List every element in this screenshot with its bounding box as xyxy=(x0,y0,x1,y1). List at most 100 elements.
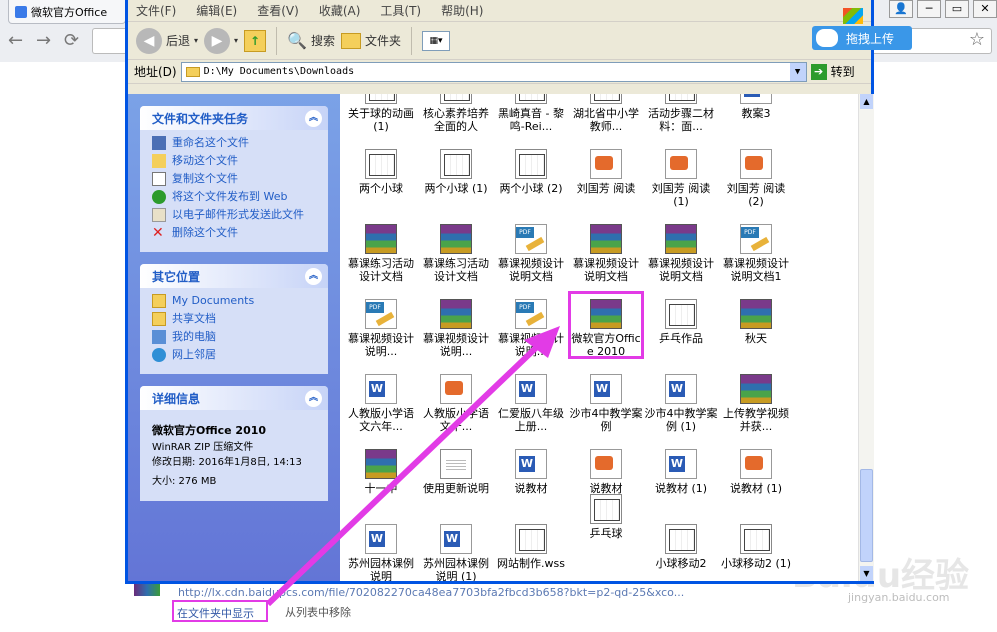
profile-icon[interactable]: 👤 xyxy=(889,0,913,18)
file-item[interactable]: 两个小球 xyxy=(344,149,418,195)
place-shared-docs[interactable]: 共享文档 xyxy=(152,312,320,326)
rename-icon xyxy=(152,136,166,150)
baidu-upload-button[interactable]: 拖拽上传 xyxy=(812,26,912,50)
tasks-panel-header[interactable]: 文件和文件夹任务 ︽ xyxy=(140,106,328,130)
file-item[interactable]: 上传教学视频并获... xyxy=(719,374,793,433)
folders-button[interactable]: 文件夹 xyxy=(340,32,401,49)
file-item[interactable]: 慕课视频设计说明... xyxy=(494,299,568,358)
file-item[interactable]: 慕课练习活动设计文档 xyxy=(344,224,418,283)
file-item[interactable]: 苏州园林课例说明 (1) xyxy=(419,524,493,581)
show-in-folder-link[interactable]: 在文件夹中显示 xyxy=(172,600,268,622)
file-item[interactable]: 十一中 xyxy=(344,449,418,495)
file-item[interactable]: 乒乓作品 xyxy=(644,299,718,345)
menu-view[interactable]: 查看(V) xyxy=(257,2,299,19)
remove-from-list-link[interactable]: 从列表中移除 xyxy=(285,604,351,620)
file-item[interactable]: 说教材 xyxy=(569,449,643,495)
file-item[interactable]: 慕课视频设计说明... xyxy=(344,299,418,358)
forward-icon[interactable]: → xyxy=(36,30,51,51)
bookmark-star-icon[interactable]: ☆ xyxy=(969,29,985,50)
file-item[interactable]: 慕课视频设计说明文档1 xyxy=(719,224,793,283)
mov-file-icon xyxy=(665,94,697,104)
file-item[interactable]: 网站制作.wss xyxy=(494,524,568,570)
file-item[interactable]: 说教材 xyxy=(494,449,568,495)
place-network[interactable]: 网上邻居 xyxy=(152,348,320,362)
vertical-scrollbar[interactable]: ▲ ▼ xyxy=(858,94,874,581)
file-item[interactable]: 核心素养培养全面的人 xyxy=(419,94,493,133)
file-item[interactable]: 慕课视频设计说明文档 xyxy=(494,224,568,283)
chevron-down-icon[interactable]: ▾ xyxy=(194,36,198,45)
forward-button[interactable]: ▶ ▾ xyxy=(204,27,238,54)
place-my-computer[interactable]: 我的电脑 xyxy=(152,330,320,344)
doc-file-icon xyxy=(665,374,697,404)
go-button[interactable]: 转到 xyxy=(831,63,855,80)
menu-help[interactable]: 帮助(H) xyxy=(441,2,483,19)
omnibox-left[interactable] xyxy=(92,28,126,54)
task-move[interactable]: 移动这个文件 xyxy=(152,154,320,168)
details-panel-header[interactable]: 详细信息 ︽ xyxy=(140,386,328,410)
place-my-documents[interactable]: My Documents xyxy=(152,294,320,308)
go-arrow-icon[interactable]: ➔ xyxy=(810,63,827,80)
menu-file[interactable]: 文件(F) xyxy=(136,2,176,19)
menu-tools[interactable]: 工具(T) xyxy=(380,2,421,19)
file-item[interactable]: 说教材 (1) xyxy=(719,449,793,495)
file-item[interactable]: 黑崎真音 - 黎鸣-Rei... xyxy=(494,94,568,133)
task-delete[interactable]: ✕ 删除这个文件 xyxy=(152,226,320,240)
file-item[interactable]: 说教材 (1) xyxy=(644,449,718,495)
file-item[interactable]: 小球移动2 (1) xyxy=(719,524,793,570)
menu-edit[interactable]: 编辑(E) xyxy=(196,2,237,19)
file-item[interactable]: 小球移动2 xyxy=(644,524,718,570)
file-item[interactable]: 仁爱版八年级上册... xyxy=(494,374,568,433)
minimize-icon[interactable]: ─ xyxy=(917,0,941,18)
file-item[interactable]: 苏州园林课例说明 xyxy=(344,524,418,581)
collapse-icon[interactable]: ︽ xyxy=(305,389,322,407)
scroll-thumb[interactable] xyxy=(860,469,873,562)
up-folder-icon[interactable]: ↑ xyxy=(244,29,267,52)
task-email[interactable]: 以电子邮件形式发送此文件 xyxy=(152,208,320,222)
scroll-down-icon[interactable]: ▼ xyxy=(860,566,873,581)
chevron-down-icon[interactable]: ▾ xyxy=(234,36,238,45)
back-button[interactable]: ◀ 后退 ▾ xyxy=(136,27,198,54)
menu-favorites[interactable]: 收藏(A) xyxy=(319,2,361,19)
scroll-up-icon[interactable]: ▲ xyxy=(860,94,873,109)
file-item[interactable]: 人教版小学语文十... xyxy=(419,374,493,433)
close-icon[interactable]: ✕ xyxy=(973,0,997,18)
file-item[interactable]: 沙市4中教学案例 (1) xyxy=(644,374,718,433)
file-item[interactable]: 慕课练习活动设计文档 xyxy=(419,224,493,283)
task-copy[interactable]: 复制这个文件 xyxy=(152,172,320,186)
places-panel-header[interactable]: 其它位置 ︽ xyxy=(140,264,328,288)
file-name: 黑崎真音 - 黎鸣-Rei... xyxy=(498,107,564,133)
file-item[interactable]: 刘国芳 阅读 (1) xyxy=(644,149,718,208)
file-item[interactable]: 两个小球 (2) xyxy=(494,149,568,195)
file-item[interactable]: 乒乓球 xyxy=(569,494,643,540)
file-item[interactable]: 慕课视频设计说明... xyxy=(419,299,493,358)
file-item[interactable]: 慕课视频设计说明文档 xyxy=(569,224,643,283)
file-item[interactable]: 教案3 xyxy=(719,94,793,120)
collapse-icon[interactable]: ︽ xyxy=(305,267,322,285)
file-item[interactable]: 关于球的动画 (1) xyxy=(344,94,418,133)
back-icon[interactable]: ← xyxy=(8,30,23,51)
reload-icon[interactable]: ⟳ xyxy=(64,30,79,51)
task-publish[interactable]: 将这个文件发布到 Web xyxy=(152,190,320,204)
file-item[interactable]: 慕课视频设计说明文档 xyxy=(644,224,718,283)
file-item[interactable]: 活动步骤二材料：面... xyxy=(644,94,718,133)
views-icon[interactable]: ▦▾ xyxy=(422,30,450,51)
file-item[interactable]: 人教版小学语文六年... xyxy=(344,374,418,433)
file-item[interactable]: 沙市4中教学案例 xyxy=(569,374,643,433)
search-button[interactable]: 🔍 搜索 xyxy=(287,31,335,50)
file-item[interactable]: 秋天 xyxy=(719,299,793,345)
file-item[interactable]: 刘国芳 阅读 xyxy=(569,149,643,195)
file-name: 教案3 xyxy=(741,107,771,120)
doc-file-icon xyxy=(590,374,622,404)
collapse-icon[interactable]: ︽ xyxy=(305,109,322,127)
file-item[interactable]: 两个小球 (1) xyxy=(419,149,493,195)
task-rename[interactable]: 重命名这个文件 xyxy=(152,136,320,150)
file-item[interactable]: 使用更新说明 xyxy=(419,449,493,495)
file-item[interactable]: 刘国芳 阅读 (2) xyxy=(719,149,793,208)
file-item[interactable]: 湖北省中小学教师... xyxy=(569,94,643,133)
task-label: 重命名这个文件 xyxy=(172,136,249,149)
chevron-down-icon[interactable]: ▼ xyxy=(789,62,806,81)
download-url[interactable]: http://lx.cdn.baidupcs.com/file/70208227… xyxy=(178,586,684,599)
browser-tab[interactable]: 微软官方Office xyxy=(8,0,126,24)
maximize-icon[interactable]: ▭ xyxy=(945,0,969,18)
address-input[interactable]: D:\My Documents\Downloads ▼ xyxy=(180,61,807,82)
